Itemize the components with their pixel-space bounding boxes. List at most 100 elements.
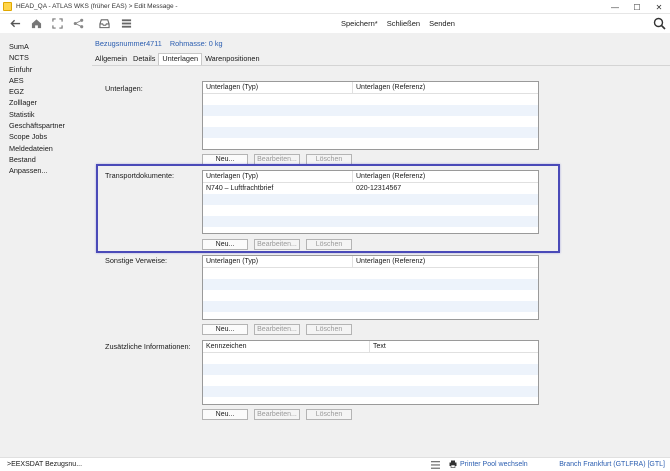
section-label-transportdokumente: Transportdokumente: [105, 171, 175, 180]
status-bar: >EEXSDAT Bezugsnu... Printer Pool wechse… [0, 457, 670, 471]
share-icon[interactable] [72, 18, 84, 30]
main-panel: Bezugsnummer4711 Rohmasse: 0 kg Allgemei… [92, 33, 670, 457]
table-header: Unterlagen (Typ) Unterlagen (Referenz) [203, 82, 538, 94]
table-header: Unterlagen (Typ) Unterlagen (Referenz) [203, 171, 538, 183]
table-row [203, 353, 538, 364]
close-button[interactable]: Schließen [387, 19, 420, 28]
column-header[interactable]: Unterlagen (Typ) [203, 82, 353, 93]
table-row [203, 364, 538, 375]
minimize-button[interactable]: — [604, 0, 626, 14]
inbox-icon[interactable] [98, 18, 110, 30]
column-header[interactable]: Unterlagen (Typ) [203, 256, 353, 267]
list-icon[interactable] [120, 18, 132, 30]
table-row [203, 94, 538, 105]
send-button[interactable]: Senden [429, 19, 455, 28]
edit-button[interactable]: Bearbeiten... [254, 324, 300, 335]
printer-pool-label: Printer Pool wechseln [460, 460, 528, 468]
sidebar-item-meldedateien[interactable]: Meldedateien [0, 143, 92, 154]
branch-link[interactable]: Branch Frankfurt (GTLFRA) [GTL] [559, 461, 665, 468]
section-label-sonstige-verweise: Sonstige Verweise: [105, 256, 168, 265]
table-row [203, 116, 538, 127]
table-header: Unterlagen (Typ) Unterlagen (Referenz) [203, 256, 538, 268]
sidebar-menu: SumA NCTS Einfuhr AES EGZ Zolllager Stat… [0, 33, 92, 177]
delete-button[interactable]: Löschen [306, 409, 352, 420]
zusatz-table[interactable]: Kennzeichen Text [202, 340, 539, 405]
close-window-button[interactable]: ✕ [648, 0, 670, 14]
column-header[interactable]: Kennzeichen [203, 341, 370, 352]
printer-pool-link[interactable]: Printer Pool wechseln [449, 460, 528, 468]
table-row [203, 205, 538, 216]
new-button[interactable]: Neu... [202, 409, 248, 420]
table-row [203, 301, 538, 312]
table-row [203, 375, 538, 386]
zusatz-buttons: Neu... Bearbeiten... Löschen [202, 409, 358, 420]
edit-button[interactable]: Bearbeiten... [254, 239, 300, 250]
sidebar-item-ncts[interactable]: NCTS [0, 52, 92, 63]
title-bar: HEAD_QA - ATLAS WKS (früher EAS) > Edit … [0, 0, 670, 14]
reference-number: Bezugsnummer4711 [95, 39, 162, 48]
table-row [203, 279, 538, 290]
gross-mass: Rohmasse: 0 kg [169, 39, 223, 48]
table-row [203, 268, 538, 279]
tab-allgemein[interactable]: Allgemein [92, 53, 130, 65]
save-button[interactable]: Speichern* [341, 19, 378, 28]
edit-button[interactable]: Bearbeiten... [254, 409, 300, 420]
sidebar-item-anpassen[interactable]: Anpassen... [0, 165, 92, 176]
window-title: HEAD_QA - ATLAS WKS (früher EAS) > Edit … [16, 3, 178, 10]
fullscreen-icon[interactable] [51, 18, 63, 30]
sidebar-item-einfuhr[interactable]: Einfuhr [0, 64, 92, 75]
column-header[interactable]: Unterlagen (Typ) [203, 171, 353, 182]
table-row[interactable]: N740 – Luftfrachtbrief 020-12314567 [203, 183, 538, 194]
delete-button[interactable]: Löschen [306, 324, 352, 335]
sidebar-item-geschaeftspartner[interactable]: Geschäftspartner [0, 120, 92, 131]
action-menu: Speichern* Schließen Senden [341, 14, 464, 33]
table-row [203, 386, 538, 397]
sidebar-item-aes[interactable]: AES [0, 75, 92, 86]
maximize-button[interactable]: ☐ [626, 0, 648, 14]
tab-warenpositionen[interactable]: Warenpositionen [202, 53, 263, 65]
delete-button[interactable]: Löschen [306, 239, 352, 250]
new-button[interactable]: Neu... [202, 324, 248, 335]
column-header[interactable]: Text [370, 341, 538, 352]
transport-table[interactable]: Unterlagen (Typ) Unterlagen (Referenz) N… [202, 170, 539, 234]
tab-bar: Allgemein Details Unterlagen Warenpositi… [92, 53, 263, 65]
column-header[interactable]: Unterlagen (Referenz) [353, 82, 538, 93]
sonstige-buttons: Neu... Bearbeiten... Löschen [202, 324, 358, 335]
table-row [203, 216, 538, 227]
sonstige-table[interactable]: Unterlagen (Typ) Unterlagen (Referenz) [202, 255, 539, 320]
column-header[interactable]: Unterlagen (Referenz) [353, 171, 538, 182]
transport-buttons: Neu... Bearbeiten... Löschen [202, 239, 358, 250]
table-row [203, 194, 538, 205]
sidebar-item-bestand[interactable]: Bestand [0, 154, 92, 165]
list-icon[interactable] [431, 461, 440, 469]
tab-unterlagen[interactable]: Unterlagen [158, 53, 203, 65]
sidebar-item-zolllager[interactable]: Zolllager [0, 97, 92, 108]
tab-details[interactable]: Details [130, 53, 158, 65]
sidebar-item-statistik[interactable]: Statistik [0, 109, 92, 120]
cell-typ: N740 – Luftfrachtbrief [206, 185, 274, 192]
tab-content: Unterlagen: Unterlagen (Typ) Unterlagen … [92, 65, 670, 457]
table-row [203, 290, 538, 301]
printer-icon [449, 460, 457, 468]
new-button[interactable]: Neu... [202, 239, 248, 250]
window-controls: — ☐ ✕ [604, 0, 670, 14]
unterlagen-table[interactable]: Unterlagen (Typ) Unterlagen (Referenz) [202, 81, 539, 150]
table-row [203, 127, 538, 138]
section-label-zusaetzliche-informationen: Zusätzliche Informationen: [105, 342, 191, 351]
table-header: Kennzeichen Text [203, 341, 538, 353]
toolbar: Speichern* Schließen Senden [0, 14, 670, 33]
app-icon [3, 2, 12, 11]
section-label-unterlagen: Unterlagen: [105, 84, 143, 93]
sidebar-item-egz[interactable]: EGZ [0, 86, 92, 97]
status-message[interactable]: >EEXSDAT Bezugsnu... [7, 461, 82, 468]
message-header: Bezugsnummer4711 Rohmasse: 0 kg [95, 39, 229, 48]
sidebar-item-scope-jobs[interactable]: Scope Jobs [0, 131, 92, 142]
home-icon[interactable] [30, 18, 42, 30]
back-icon[interactable] [9, 18, 21, 30]
sidebar-item-suma[interactable]: SumA [0, 41, 92, 52]
table-row [203, 105, 538, 116]
cell-referenz: 020-12314567 [356, 185, 402, 192]
sidebar: SumA NCTS Einfuhr AES EGZ Zolllager Stat… [0, 33, 92, 457]
column-header[interactable]: Unterlagen (Referenz) [353, 256, 538, 267]
search-icon[interactable] [653, 17, 666, 30]
